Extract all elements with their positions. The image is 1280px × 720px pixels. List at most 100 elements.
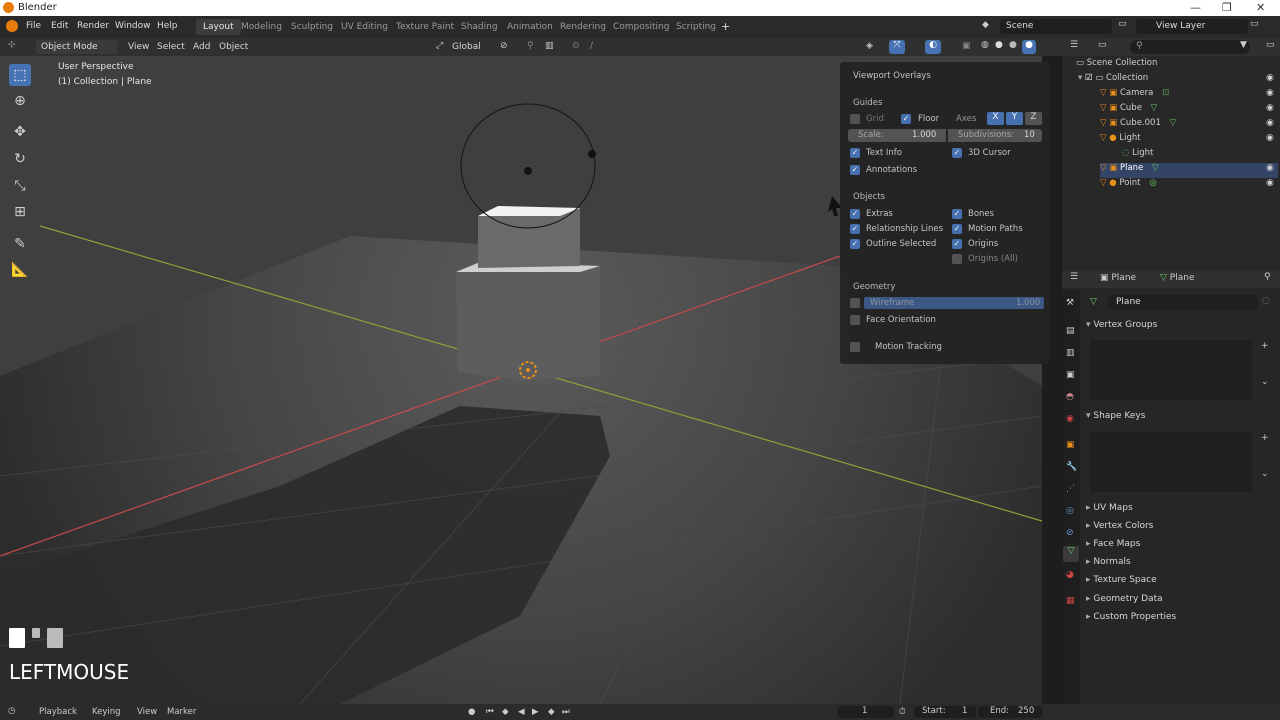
- menu-keying[interactable]: Keying: [92, 707, 121, 717]
- menu-view[interactable]: View: [128, 42, 149, 52]
- shading-rendered-icon[interactable]: ●: [1022, 40, 1036, 54]
- axis-y-toggle[interactable]: Y: [1006, 112, 1023, 125]
- prev-keyframe-icon[interactable]: ◆: [502, 707, 509, 717]
- scene-tab-icon[interactable]: ◓: [1066, 392, 1074, 402]
- output-tab-icon[interactable]: ▥: [1066, 348, 1075, 358]
- panel-geometry-data[interactable]: ▸ Geometry Data: [1086, 594, 1278, 612]
- scale-field[interactable]: Scale: 1.000: [848, 129, 946, 142]
- jump-start-icon[interactable]: ⏮: [486, 707, 494, 717]
- menu-timeline-view[interactable]: View: [137, 707, 157, 717]
- add-workspace-button[interactable]: +: [721, 20, 730, 33]
- shape-keys-list[interactable]: [1090, 432, 1252, 492]
- record-icon[interactable]: ●: [468, 707, 475, 717]
- next-keyframe-icon[interactable]: ◆: [548, 707, 555, 717]
- overlays-toggle-icon[interactable]: ◐: [925, 40, 941, 54]
- motion-paths-checkbox[interactable]: ✓: [952, 224, 962, 234]
- visibility-icon[interactable]: ◈: [866, 41, 873, 51]
- relationship-lines-checkbox[interactable]: ✓: [850, 224, 860, 234]
- fake-user-icon[interactable]: ◌: [1262, 296, 1270, 306]
- add-vertex-group-icon[interactable]: +: [1261, 341, 1269, 351]
- tab-scripting[interactable]: Scripting: [669, 19, 723, 35]
- xray-icon[interactable]: ▣: [962, 41, 971, 51]
- axis-x-toggle[interactable]: X: [987, 112, 1004, 125]
- tab-animation[interactable]: Animation: [500, 19, 560, 35]
- render-tab-icon[interactable]: ▤: [1066, 326, 1075, 336]
- add-shape-key-icon[interactable]: +: [1261, 433, 1269, 443]
- grid-checkbox[interactable]: [850, 114, 860, 124]
- outliner-item-light[interactable]: ▽ ● Light ◉: [1100, 133, 1278, 148]
- annotate-tool-icon[interactable]: ✎: [9, 233, 31, 255]
- texture-tab-icon[interactable]: ▦: [1066, 596, 1075, 606]
- outliner-editor-icon[interactable]: ☰: [1070, 40, 1078, 50]
- mode-selector[interactable]: Object Mode: [36, 40, 118, 54]
- menu-add[interactable]: Add: [193, 42, 210, 52]
- tab-uv-editing[interactable]: UV Editing: [334, 19, 395, 35]
- extras-checkbox[interactable]: ✓: [850, 209, 860, 219]
- annotations-checkbox[interactable]: ✓: [850, 165, 860, 175]
- shading-solid-icon[interactable]: ●: [995, 40, 1003, 50]
- bones-checkbox[interactable]: ✓: [952, 209, 962, 219]
- cursor-tool-icon[interactable]: ⊕: [9, 90, 31, 112]
- wireframe-slider[interactable]: Wireframe 1.000: [864, 297, 1044, 309]
- mesh-name-field[interactable]: Plane: [1108, 295, 1258, 310]
- display-mode-icon[interactable]: ▭: [1098, 40, 1107, 50]
- outliner-item-point[interactable]: ▽ ● Point ◎ ◉: [1100, 178, 1278, 193]
- panel-custom-properties[interactable]: ▸ Custom Properties: [1086, 612, 1278, 630]
- falloff-icon[interactable]: ∕: [590, 41, 593, 51]
- new-view-layer-icon[interactable]: ▭: [1250, 19, 1259, 29]
- shape-key-menu-icon[interactable]: ⌄: [1261, 469, 1269, 479]
- select-box-tool-icon[interactable]: ⬚: [9, 64, 31, 86]
- menu-marker[interactable]: Marker: [167, 707, 196, 717]
- start-frame-field[interactable]: Start: 1: [914, 706, 976, 718]
- menu-edit[interactable]: Edit: [51, 21, 68, 31]
- play-icon[interactable]: ▶: [532, 707, 539, 717]
- panel-face-maps[interactable]: ▸ Face Maps: [1086, 539, 1278, 557]
- outline-selected-checkbox[interactable]: ✓: [850, 239, 860, 249]
- panel-vertex-groups[interactable]: ▾ Vertex Groups: [1086, 320, 1278, 338]
- snap-icon[interactable]: ⚲: [527, 41, 534, 51]
- text-info-checkbox[interactable]: ✓: [850, 148, 860, 158]
- mesh-data-tab-icon[interactable]: ▽: [1063, 546, 1079, 562]
- outliner-item-light-data[interactable]: ◌ Light: [1122, 148, 1242, 163]
- panel-vertex-colors[interactable]: ▸ Vertex Colors: [1086, 521, 1278, 539]
- panel-uv-maps[interactable]: ▸ UV Maps: [1086, 503, 1278, 521]
- vertex-groups-list[interactable]: [1090, 340, 1252, 400]
- floor-checkbox[interactable]: ✓: [901, 114, 911, 124]
- outliner-item-cube[interactable]: ▽ ▣ Cube ▽ ◉: [1100, 103, 1278, 118]
- play-reverse-icon[interactable]: ◀: [518, 707, 525, 717]
- material-tab-icon[interactable]: ◕: [1066, 570, 1074, 580]
- menu-help[interactable]: Help: [157, 21, 178, 31]
- outliner-search-input[interactable]: ⚲: [1130, 40, 1250, 54]
- panel-texture-space[interactable]: ▸ Texture Space: [1086, 575, 1278, 593]
- vertex-group-menu-icon[interactable]: ⌄: [1261, 377, 1269, 387]
- menu-render[interactable]: Render: [77, 21, 109, 31]
- end-frame-field[interactable]: End: 250: [978, 706, 1042, 718]
- face-orientation-checkbox[interactable]: [850, 315, 860, 325]
- particles-tab-icon[interactable]: ⋰: [1066, 484, 1075, 494]
- current-frame-field[interactable]: 1: [838, 706, 894, 718]
- gizmo-toggle-icon[interactable]: ⤧: [889, 40, 905, 54]
- menu-object[interactable]: Object: [219, 42, 248, 52]
- tab-sculpting[interactable]: Sculpting: [284, 19, 340, 35]
- modifier-tab-icon[interactable]: 🔧: [1066, 462, 1077, 472]
- constraints-tab-icon[interactable]: ⊘: [1066, 528, 1074, 538]
- outliner-item-collection[interactable]: ▾ ☑ ▭ Collection ◉: [1078, 73, 1278, 88]
- origins-all-checkbox[interactable]: [952, 254, 962, 264]
- axis-z-toggle[interactable]: Z: [1025, 112, 1042, 125]
- physics-tab-icon[interactable]: ◎: [1066, 506, 1074, 516]
- rotate-tool-icon[interactable]: ↻: [9, 148, 31, 170]
- tab-texture-paint[interactable]: Texture Paint: [389, 19, 461, 35]
- scale-tool-icon[interactable]: ⤡: [9, 175, 31, 197]
- menu-window[interactable]: Window: [115, 21, 151, 31]
- view-layer-selector[interactable]: View Layer: [1136, 19, 1248, 34]
- outliner-item-camera[interactable]: ▽ ▣ Camera ⊡ ◉: [1100, 88, 1278, 103]
- wireframe-checkbox[interactable]: [850, 298, 860, 308]
- outliner-item-plane[interactable]: ▽ ▣ Plane ▽ ◉: [1100, 163, 1278, 178]
- pivot-icon[interactable]: ⊘: [500, 41, 508, 51]
- tab-shading[interactable]: Shading: [454, 19, 505, 35]
- panel-shape-keys[interactable]: ▾ Shape Keys: [1086, 411, 1278, 429]
- menu-select[interactable]: Select: [157, 42, 185, 52]
- origins-checkbox[interactable]: ✓: [952, 239, 962, 249]
- timeline-editor-icon[interactable]: ◷: [8, 706, 15, 716]
- proportional-edit-icon[interactable]: ⊙: [572, 41, 580, 51]
